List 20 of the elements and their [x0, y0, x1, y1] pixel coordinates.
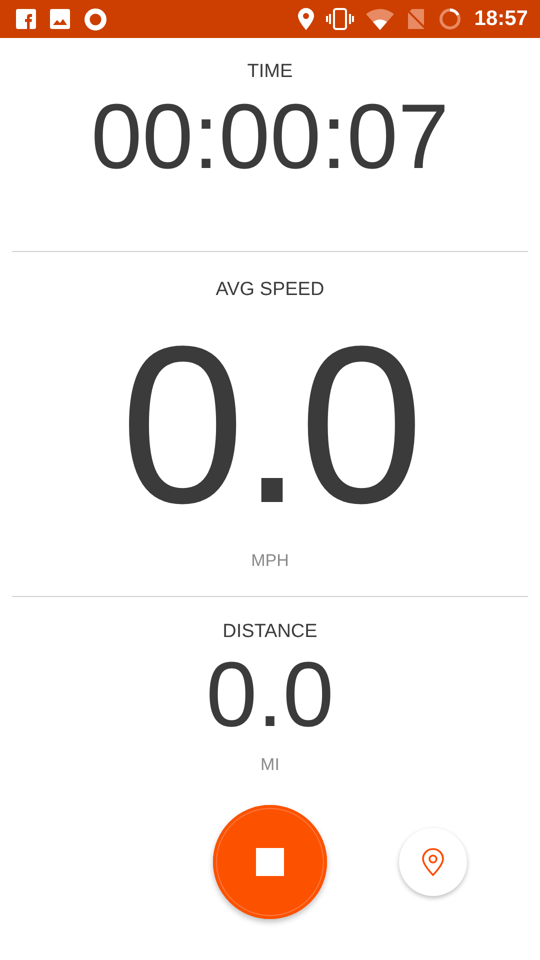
- battery-icon: [438, 7, 462, 31]
- metric-label: TIME: [247, 61, 293, 83]
- metric-label: DISTANCE: [222, 621, 318, 643]
- metric-value: 0.0: [206, 649, 334, 741]
- image-icon: [50, 9, 70, 29]
- metric-value: 00:00:07: [90, 91, 450, 183]
- wifi-icon: [366, 8, 394, 30]
- vibrate-icon: [326, 8, 354, 30]
- metric-unit: MPH: [251, 551, 289, 571]
- facebook-icon: [16, 9, 36, 29]
- location-icon: [298, 8, 314, 30]
- clock-time: 18:57: [474, 7, 528, 31]
- metric-label: AVG SPEED: [216, 279, 324, 301]
- location-button[interactable]: [399, 828, 467, 896]
- no-sim-icon: [406, 8, 426, 30]
- record-icon: [84, 8, 107, 30]
- location-pin-icon: [421, 847, 445, 877]
- stop-icon: [256, 848, 284, 876]
- metric-value: 0.0: [120, 313, 420, 537]
- metric-unit: MI: [260, 755, 280, 775]
